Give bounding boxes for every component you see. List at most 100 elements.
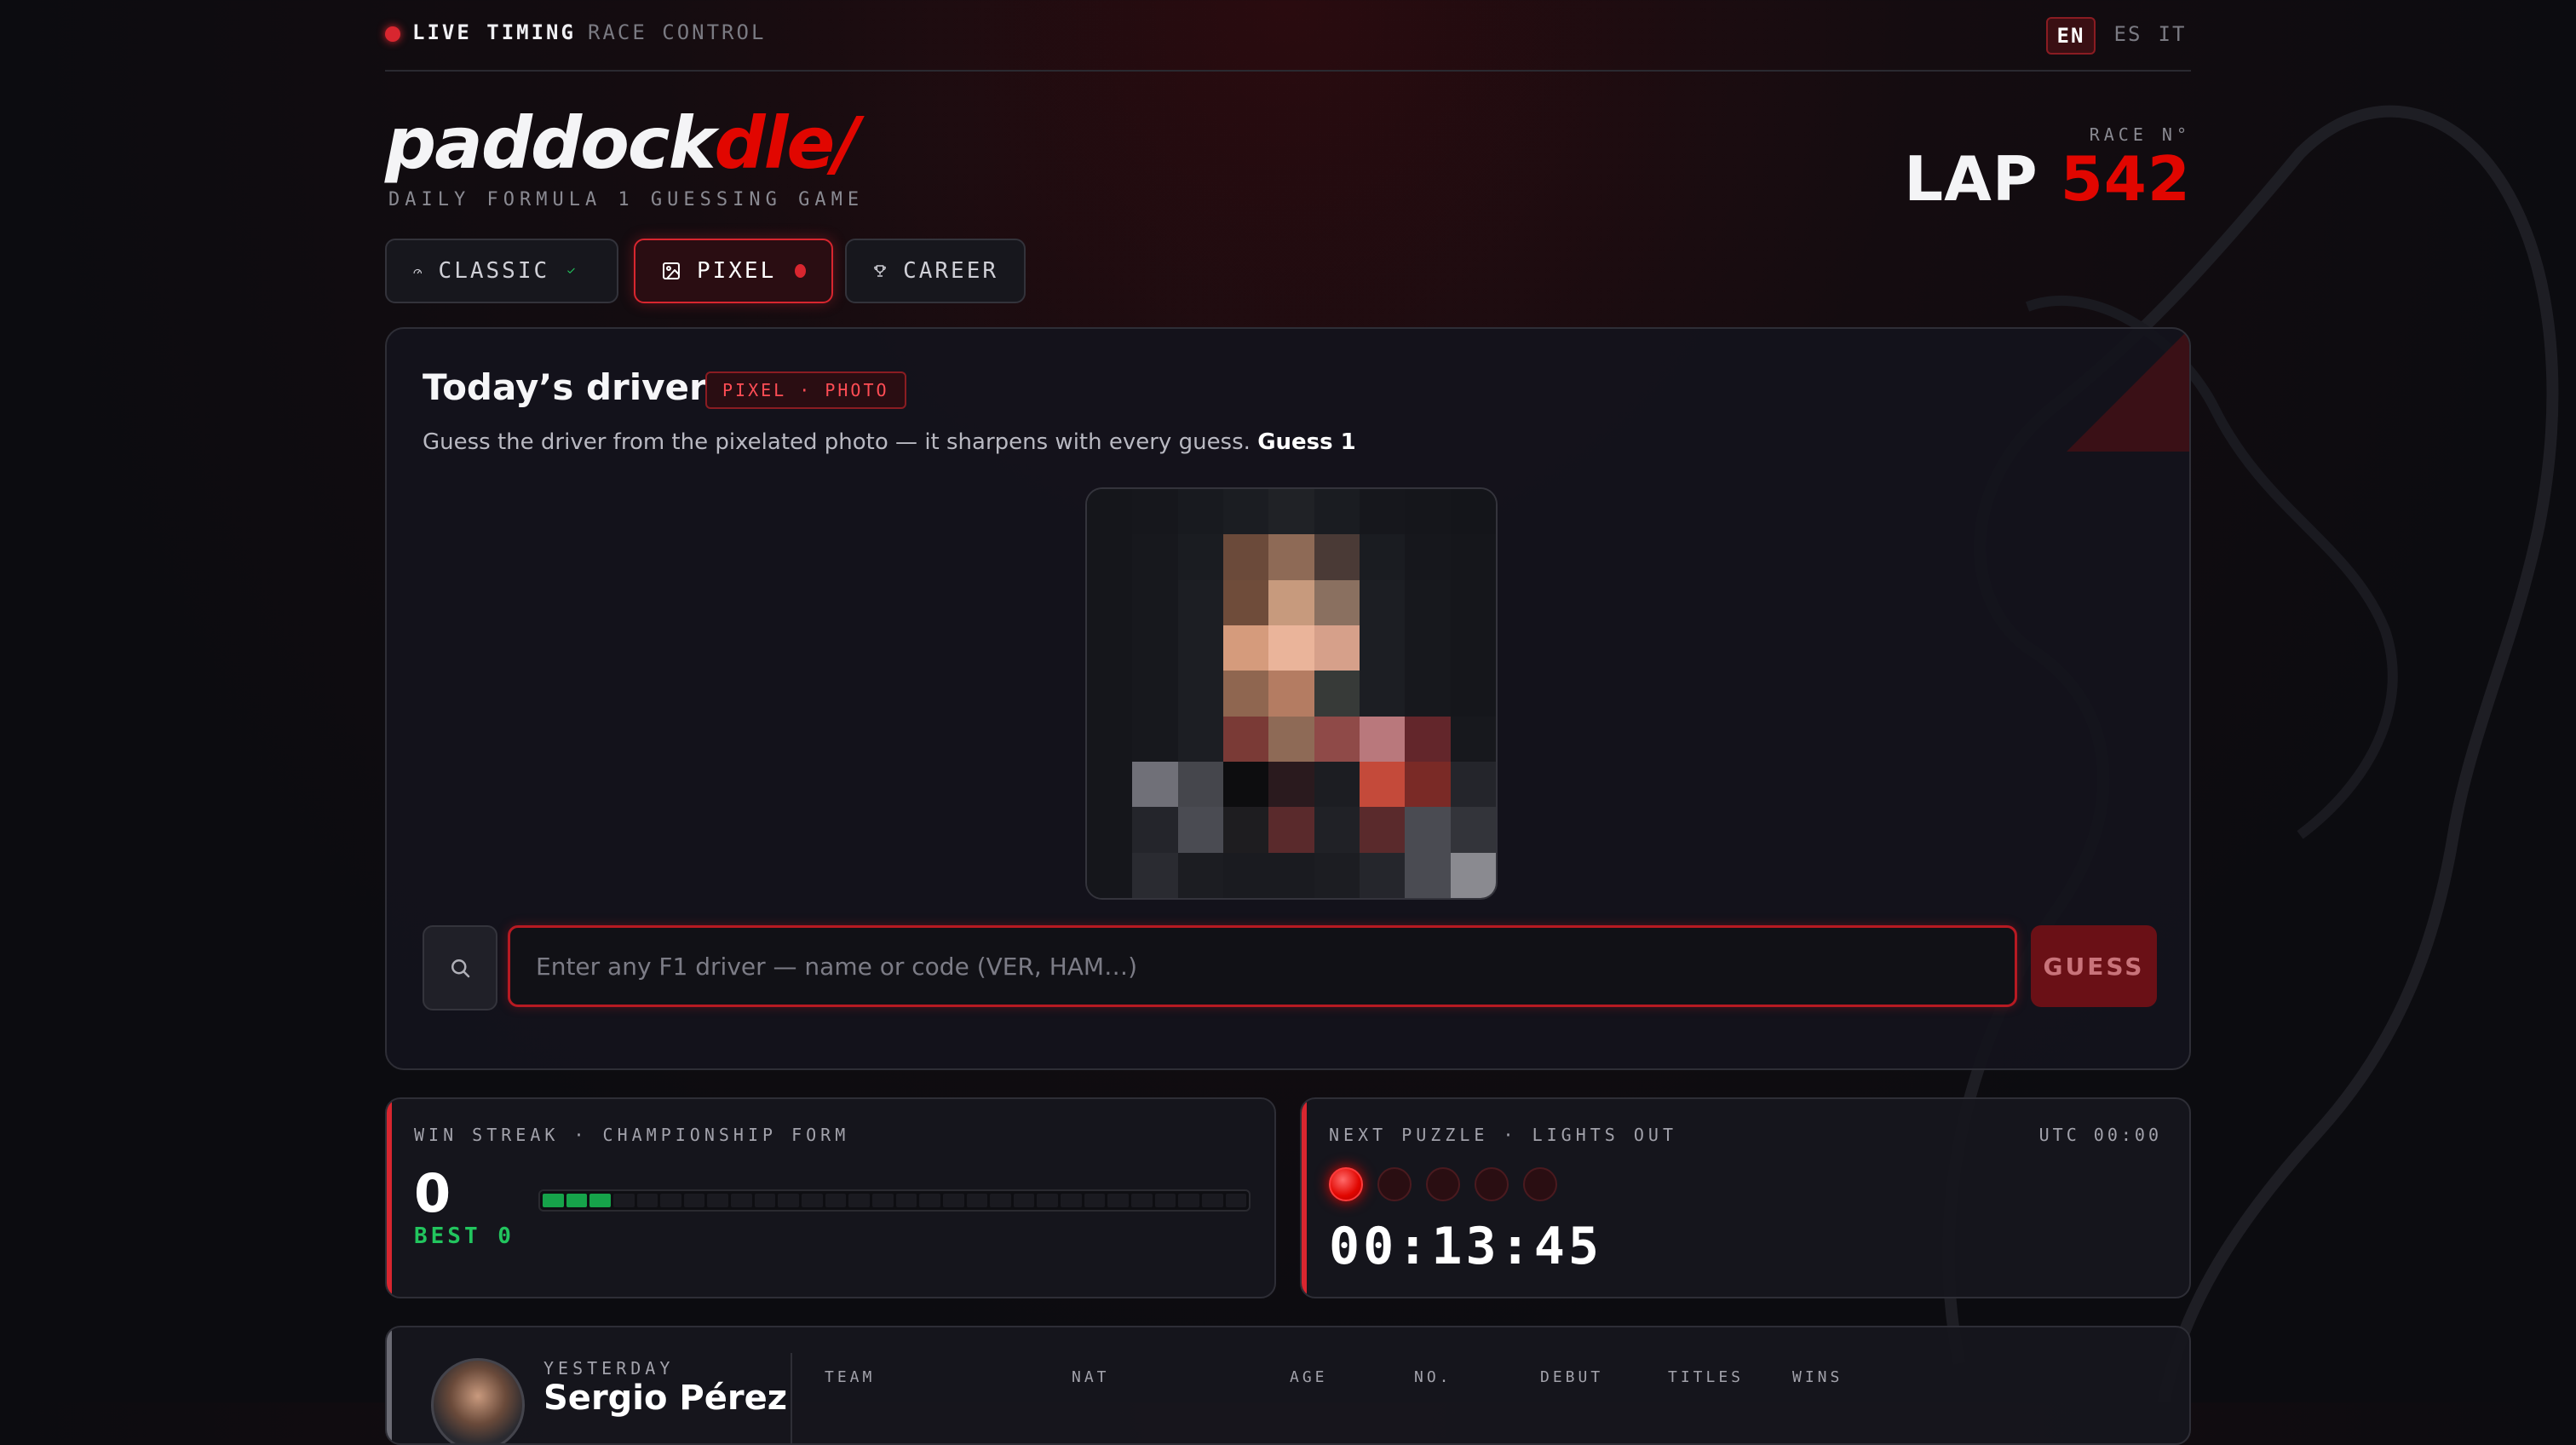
race-control-link[interactable]: RACE CONTROL (588, 20, 766, 44)
photo-pixel (1314, 671, 1360, 717)
form-segment (1061, 1194, 1082, 1207)
photo-pixel (1132, 489, 1178, 535)
photo-pixel (1177, 489, 1223, 535)
photo-pixel (1132, 534, 1178, 580)
photo-pixel (1268, 625, 1314, 671)
next-puzzle-card: NEXT PUZZLE · LIGHTS OUT UTC 00:00 00:13… (1300, 1097, 2191, 1298)
trophy-icon (874, 265, 886, 277)
photo-pixel (1314, 489, 1360, 535)
utc-reset-time: UTC 00:00 (2038, 1125, 2162, 1145)
tab-classic[interactable]: CLASSIC (385, 239, 618, 303)
photo-pixel (1223, 579, 1269, 625)
logo[interactable]: paddockdle/ (385, 107, 860, 179)
photo-pixel (1177, 625, 1223, 671)
col-age: AGE (1290, 1368, 1328, 1386)
photo-pixel (1450, 579, 1496, 625)
photo-pixel (1268, 534, 1314, 580)
form-segment (543, 1194, 564, 1207)
mode-badge: PIXEL · PHOTO (705, 371, 906, 409)
form-segment (683, 1194, 705, 1207)
yesterday-label: YESTERDAY (543, 1358, 675, 1379)
search-button[interactable] (423, 925, 497, 1010)
tab-career[interactable]: CAREER (845, 239, 1026, 303)
form-segment (848, 1194, 870, 1207)
search-icon (451, 959, 470, 978)
photo-pixel (1177, 671, 1223, 717)
form-segment (731, 1194, 752, 1207)
photo-pixel (1177, 716, 1223, 762)
photo-pixel (1087, 671, 1133, 717)
photo-pixel (1314, 625, 1360, 671)
photo-pixel (1087, 489, 1133, 535)
photo-pixel (1268, 807, 1314, 853)
photo-pixel (1223, 534, 1269, 580)
photo-pixel (1450, 625, 1496, 671)
guess-button[interactable]: GUESS (2031, 925, 2157, 1007)
photo-pixel (1314, 534, 1360, 580)
col-team: TEAM (825, 1368, 876, 1386)
tab-pixel[interactable]: PIXEL (634, 239, 833, 303)
speedometer-icon (413, 268, 422, 274)
start-light (1426, 1167, 1460, 1201)
driver-guess-input[interactable] (508, 925, 2017, 1007)
tab-classic-label: CLASSIC (438, 258, 550, 284)
photo-pixel (1405, 762, 1451, 808)
yesterday-driver-name: Sergio Pérez (543, 1379, 787, 1418)
photo-pixel (1405, 579, 1451, 625)
countdown-timer: 00:13:45 (1329, 1217, 1602, 1276)
form-segment (566, 1194, 588, 1207)
lap-number: 542 (2060, 143, 2191, 215)
photo-pixel (1223, 716, 1269, 762)
photo-pixel (1132, 579, 1178, 625)
form-segment (802, 1194, 823, 1207)
form-segment (1201, 1194, 1223, 1207)
form-segment (966, 1194, 988, 1207)
photo-pixel (1360, 534, 1406, 580)
description-text: Guess the driver from the pixelated phot… (423, 429, 1251, 455)
photo-pixel (1087, 807, 1133, 853)
guess-counter: Guess 1 (1257, 429, 1356, 455)
form-segment (754, 1194, 776, 1207)
lap-label: LAP (1904, 143, 2038, 215)
start-light (1377, 1167, 1412, 1201)
best-streak: BEST 0 (414, 1223, 515, 1249)
form-segment (990, 1194, 1011, 1207)
logo-slash-mark: / (833, 101, 860, 185)
photo-pixel (1132, 852, 1178, 898)
photo-pixel (1405, 534, 1451, 580)
lang-it-button[interactable]: IT (2153, 17, 2191, 51)
photo-pixel (1360, 671, 1406, 717)
live-timing-link[interactable]: LIVE TIMING (412, 20, 576, 44)
photo-pixel (1360, 807, 1406, 853)
photo-pixel (1132, 807, 1178, 853)
col-number: NO. (1414, 1368, 1452, 1386)
lang-en-button[interactable]: EN (2046, 17, 2096, 55)
card-accent (387, 1099, 392, 1297)
form-segment (1131, 1194, 1153, 1207)
col-debut: DEBUT (1540, 1368, 1604, 1386)
photo-pixel (1223, 671, 1269, 717)
col-nat: NAT (1072, 1368, 1110, 1386)
photo-pixel (1314, 762, 1360, 808)
form-segment (825, 1194, 847, 1207)
race-number-label: RACE N° (2089, 124, 2191, 145)
form-segment (1225, 1194, 1247, 1207)
photo-pixel (1087, 716, 1133, 762)
photo-pixel (1450, 762, 1496, 808)
photo-pixel (1087, 625, 1133, 671)
puzzle-description: Guess the driver from the pixelated phot… (423, 429, 1356, 455)
photo-pixel (1450, 807, 1496, 853)
form-segment (1107, 1194, 1130, 1207)
photo-pixel (1268, 489, 1314, 535)
lap-counter: LAP 542 (1904, 143, 2191, 215)
photo-pixel (1314, 807, 1360, 853)
lang-es-button[interactable]: ES (2109, 17, 2147, 51)
form-segment (1013, 1194, 1035, 1207)
tagline: DAILY FORMULA 1 GUESSING GAME (388, 189, 865, 210)
photo-pixel (1132, 762, 1178, 808)
form-segment (871, 1194, 894, 1207)
photo-pixel (1177, 579, 1223, 625)
photo-pixel (1360, 625, 1406, 671)
form-segment (612, 1194, 635, 1207)
puzzle-card: Today’s driver PIXEL · PHOTO Guess the d… (385, 327, 2191, 1070)
